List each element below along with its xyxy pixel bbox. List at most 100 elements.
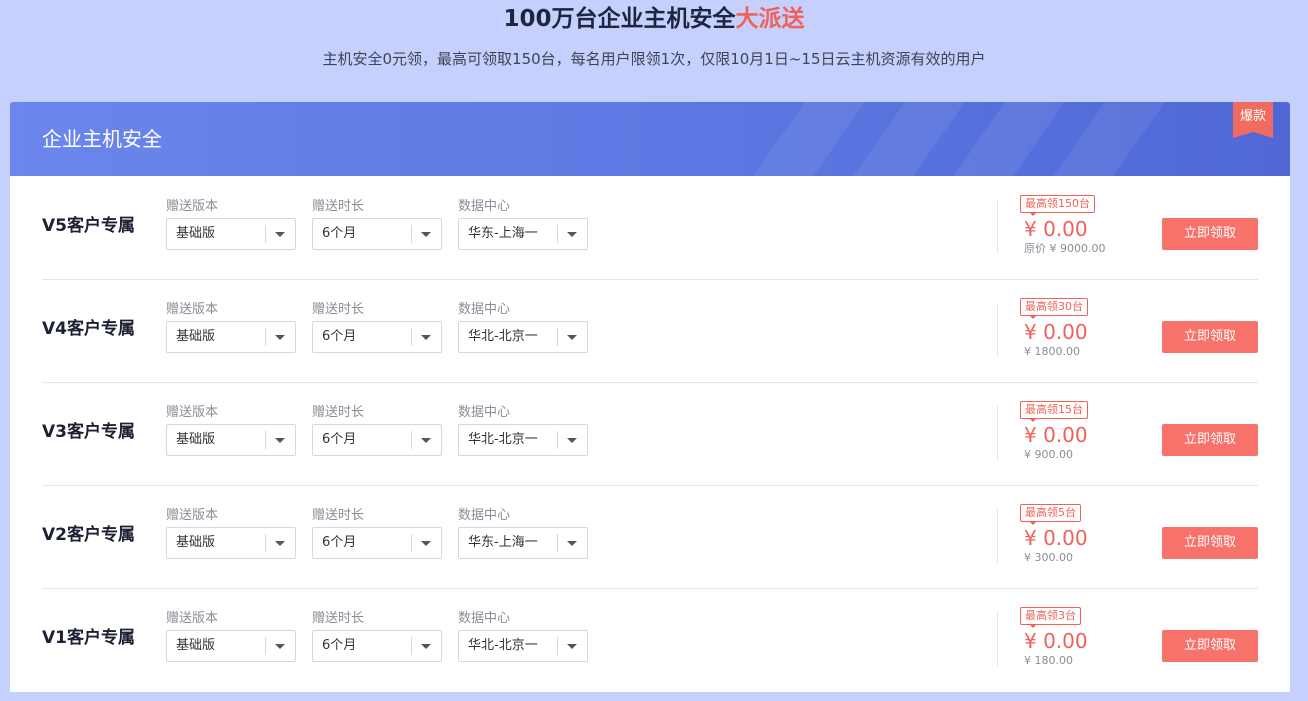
select-divider — [411, 431, 412, 449]
version-select[interactable]: 基础版 — [166, 630, 296, 662]
claim-button[interactable]: 立即领取 — [1162, 527, 1258, 559]
version-value: 基础版 — [176, 329, 216, 344]
version-label: 赠送版本 — [166, 199, 219, 214]
version-value: 基础版 — [176, 432, 216, 447]
datacenter-select[interactable]: 华北-北京一 — [458, 424, 588, 456]
divider — [997, 200, 998, 254]
offer-row: V4客户专属 赠送版本 基础版 赠送时长 6个月 数据中心 华北-北京一 最高领… — [42, 279, 1258, 383]
duration-value: 6个月 — [322, 226, 357, 241]
select-divider — [411, 534, 412, 552]
offer-row: V1客户专属 赠送版本 基础版 赠送时长 6个月 数据中心 华北-北京一 最高领… — [42, 588, 1258, 691]
duration-select[interactable]: 6个月 — [312, 321, 442, 353]
select-divider — [411, 637, 412, 655]
version-field: 赠送版本 基础版 — [166, 404, 296, 456]
datacenter-field: 数据中心 华北-北京一 — [458, 404, 588, 456]
version-value: 基础版 — [176, 638, 216, 653]
version-field: 赠送版本 基础版 — [166, 198, 296, 250]
select-divider — [265, 534, 266, 552]
chevron-down-icon — [567, 335, 577, 340]
duration-field: 赠送时长 6个月 — [312, 610, 442, 662]
duration-field: 赠送时长 6个月 — [312, 301, 442, 353]
datacenter-select[interactable]: 华北-北京一 — [458, 321, 588, 353]
chevron-down-icon — [567, 438, 577, 443]
datacenter-label: 数据中心 — [458, 199, 511, 214]
offer-row: V3客户专属 赠送版本 基础版 赠送时长 6个月 数据中心 华北-北京一 最高领… — [42, 382, 1258, 486]
chevron-down-icon — [421, 541, 431, 546]
duration-select[interactable]: 6个月 — [312, 630, 442, 662]
card-title: 企业主机安全 — [42, 127, 162, 151]
original-price: ¥ 1800.00 — [1024, 345, 1080, 358]
original-price: ¥ 900.00 — [1024, 448, 1073, 461]
select-divider — [265, 637, 266, 655]
select-divider — [557, 534, 558, 552]
duration-select[interactable]: 6个月 — [312, 424, 442, 456]
version-select[interactable]: 基础版 — [166, 527, 296, 559]
chevron-down-icon — [275, 335, 285, 340]
hot-badge: 爆款 — [1233, 102, 1273, 138]
chevron-down-icon — [275, 541, 285, 546]
version-value: 基础版 — [176, 535, 216, 550]
limit-tag: 最高领5台 — [1020, 504, 1081, 525]
datacenter-select[interactable]: 华北-北京一 — [458, 630, 588, 662]
divider — [997, 303, 998, 357]
duration-value: 6个月 — [322, 535, 357, 550]
select-divider — [557, 637, 558, 655]
datacenter-select[interactable]: 华东-上海一 — [458, 527, 588, 559]
version-select[interactable]: 基础版 — [166, 218, 296, 250]
version-select[interactable]: 基础版 — [166, 424, 296, 456]
divider — [997, 612, 998, 666]
bottom-bar — [10, 692, 1290, 701]
datacenter-value: 华北-北京一 — [468, 432, 538, 447]
datacenter-value: 华东-上海一 — [468, 226, 538, 241]
select-divider — [557, 328, 558, 346]
select-divider — [411, 328, 412, 346]
version-label: 赠送版本 — [166, 508, 219, 523]
duration-label: 赠送时长 — [312, 199, 365, 214]
claim-button[interactable]: 立即领取 — [1162, 630, 1258, 662]
datacenter-value: 华东-上海一 — [468, 535, 538, 550]
datacenter-select[interactable]: 华东-上海一 — [458, 218, 588, 250]
claim-button[interactable]: 立即领取 — [1162, 424, 1258, 456]
price: ¥ 0.00 — [1024, 423, 1088, 447]
claim-button[interactable]: 立即领取 — [1162, 321, 1258, 353]
offer-row: V5客户专属 赠送版本 基础版 赠送时长 6个月 数据中心 华东-上海一 最高领… — [42, 176, 1258, 280]
version-select[interactable]: 基础版 — [166, 321, 296, 353]
limit-tag: 最高领15台 — [1020, 401, 1088, 422]
datacenter-label: 数据中心 — [458, 405, 511, 420]
datacenter-field: 数据中心 华东-上海一 — [458, 507, 588, 559]
tier-label: V5客户专属 — [42, 216, 135, 236]
hero-title-main: 100万台企业主机安全 — [503, 6, 736, 32]
select-divider — [265, 431, 266, 449]
duration-field: 赠送时长 6个月 — [312, 507, 442, 559]
hero-title-highlight: 大派送 — [735, 6, 805, 32]
hero-title: 100万台企业主机安全大派送 — [0, 4, 1308, 34]
datacenter-value: 华北-北京一 — [468, 329, 538, 344]
duration-value: 6个月 — [322, 432, 357, 447]
card-header: 企业主机安全 爆款 — [10, 102, 1290, 176]
version-label: 赠送版本 — [166, 611, 219, 626]
chevron-down-icon — [421, 232, 431, 237]
claim-button[interactable]: 立即领取 — [1162, 218, 1258, 250]
offer-row: V2客户专属 赠送版本 基础版 赠送时长 6个月 数据中心 华东-上海一 最高领… — [42, 485, 1258, 589]
version-label: 赠送版本 — [166, 405, 219, 420]
header-decoration — [720, 102, 880, 176]
datacenter-field: 数据中心 华北-北京一 — [458, 301, 588, 353]
select-divider — [557, 431, 558, 449]
chevron-down-icon — [567, 232, 577, 237]
price: ¥ 0.00 — [1024, 320, 1088, 344]
duration-select[interactable]: 6个月 — [312, 527, 442, 559]
divider — [997, 509, 998, 563]
datacenter-label: 数据中心 — [458, 302, 511, 317]
version-field: 赠送版本 基础版 — [166, 507, 296, 559]
version-label: 赠送版本 — [166, 302, 219, 317]
chevron-down-icon — [567, 541, 577, 546]
datacenter-label: 数据中心 — [458, 611, 511, 626]
duration-select[interactable]: 6个月 — [312, 218, 442, 250]
limit-tag: 最高领3台 — [1020, 607, 1081, 628]
duration-label: 赠送时长 — [312, 611, 365, 626]
duration-value: 6个月 — [322, 638, 357, 653]
original-price: ¥ 180.00 — [1024, 654, 1073, 667]
duration-field: 赠送时长 6个月 — [312, 404, 442, 456]
chevron-down-icon — [421, 438, 431, 443]
price: ¥ 0.00 — [1024, 217, 1088, 241]
